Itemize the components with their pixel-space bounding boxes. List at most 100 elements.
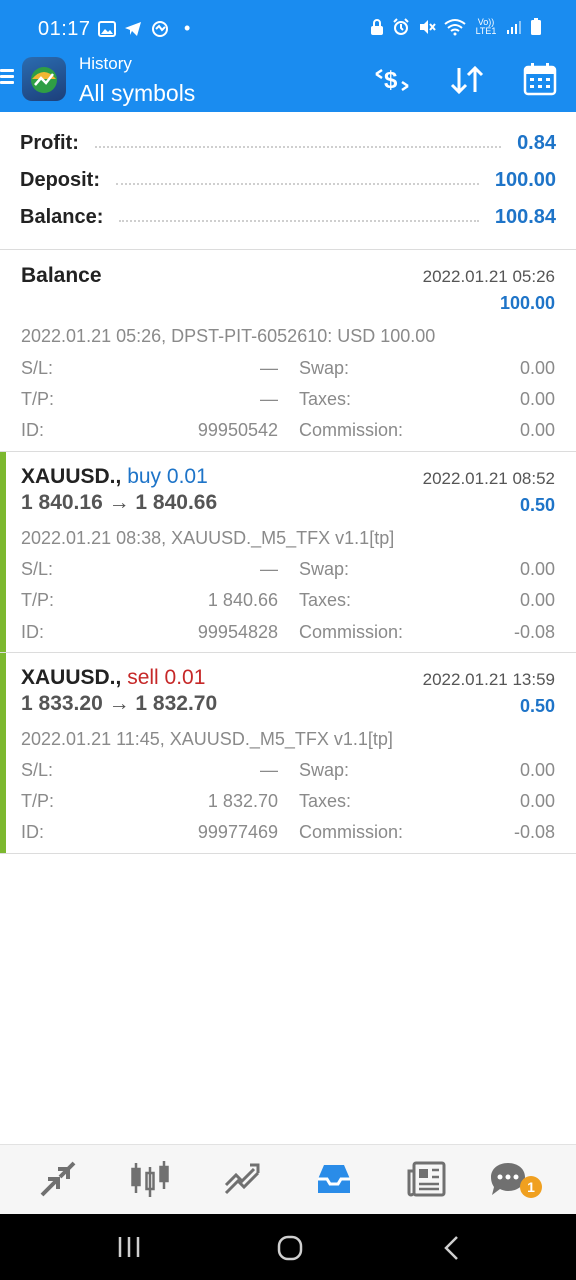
deal-value: 0.50 xyxy=(519,495,555,515)
id-label: ID: xyxy=(21,622,45,642)
swap-value: 0.00 xyxy=(519,358,555,378)
deal-time: 2022.01.21 05:26 xyxy=(422,267,555,286)
calendar-icon[interactable] xyxy=(521,62,561,98)
menu-icon[interactable] xyxy=(0,66,14,90)
sl-label: S/L: xyxy=(21,559,54,579)
svg-text:$: $ xyxy=(384,67,398,94)
recent-apps-icon[interactable] xyxy=(116,1234,142,1260)
taxes-value: 0.00 xyxy=(519,590,555,610)
history-icon[interactable] xyxy=(314,1159,354,1199)
deal-title: Balance xyxy=(21,264,102,287)
news-icon[interactable] xyxy=(406,1159,446,1199)
id-value: 99950542 xyxy=(197,420,278,440)
sl-value: — xyxy=(260,559,278,579)
page-subtitle: History xyxy=(79,54,132,73)
status-dot: • xyxy=(184,18,191,38)
trade-marker xyxy=(0,653,6,853)
volte-icon: Vo)) LTE1 xyxy=(475,17,497,36)
top-bar: 01:17 • Vo)) LTE1 History All symbols $ xyxy=(0,0,576,112)
tp-value: 1 832.70 xyxy=(207,791,278,811)
chart-icon[interactable] xyxy=(130,1159,170,1199)
dotted-leader xyxy=(116,183,479,185)
taxes-value: 0.00 xyxy=(519,389,555,409)
tp-value: — xyxy=(260,389,278,409)
commission-label: Commission: xyxy=(299,622,404,642)
quotes-icon[interactable] xyxy=(38,1159,78,1199)
metatrader-icon xyxy=(152,20,168,37)
mute-icon xyxy=(420,20,436,34)
signal-icon xyxy=(507,21,521,34)
taxes-label: Taxes: xyxy=(299,590,352,610)
deal-prices: 1 840.16 → 1 840.66 xyxy=(21,491,218,514)
deal-balance[interactable]: Balance 2022.01.21 05:26 100.00 2022.01.… xyxy=(0,250,576,452)
summary-value: 100.00 xyxy=(494,168,556,191)
back-icon[interactable] xyxy=(440,1234,464,1262)
swap-value: 0.00 xyxy=(519,559,555,579)
dotted-leader xyxy=(94,146,502,148)
deal-buy[interactable]: XAUUSD., buy 0.01 1 840.16 → 1 840.66 20… xyxy=(0,452,576,653)
sl-value: — xyxy=(260,358,278,378)
tp-label: T/P: xyxy=(21,791,55,811)
tp-value: 1 840.66 xyxy=(207,590,278,610)
bottom-nav xyxy=(0,1144,576,1214)
commission-value: -0.08 xyxy=(513,822,555,842)
dotted-leader xyxy=(119,220,479,222)
deal-side: buy 0.01 xyxy=(127,465,208,488)
taxes-label: Taxes: xyxy=(299,791,352,811)
commission-value: -0.08 xyxy=(513,622,555,642)
taxes-label: Taxes: xyxy=(299,389,352,409)
commission-value: 0.00 xyxy=(519,420,555,440)
taxes-value: 0.00 xyxy=(519,791,555,811)
system-nav-bar xyxy=(0,1214,576,1280)
deal-sell[interactable]: XAUUSD., sell 0.01 1 833.20 → 1 832.70 2… xyxy=(0,653,576,854)
commission-label: Commission: xyxy=(299,822,404,842)
id-value: 99954828 xyxy=(197,622,278,642)
messages-badge: 1 xyxy=(520,1176,542,1198)
trade-icon[interactable] xyxy=(222,1159,262,1199)
metatrader-logo[interactable] xyxy=(22,57,66,101)
summary-panel: Profit: 0.84 Deposit: 100.00 Balance: 10… xyxy=(0,112,576,250)
commission-label: Commission: xyxy=(299,420,404,440)
status-bar: 01:17 • Vo)) LTE1 xyxy=(0,0,576,56)
deal-symbol: XAUUSD., xyxy=(21,465,122,488)
deal-comment: 2022.01.21 08:38, XAUUSD._M5_TFX v1.1[tp… xyxy=(21,528,395,548)
id-label: ID: xyxy=(21,822,45,842)
lock-icon xyxy=(371,19,383,35)
tp-label: T/P: xyxy=(21,389,55,409)
swap-label: Swap: xyxy=(299,760,350,780)
battery-icon xyxy=(531,18,541,35)
swap-value: 0.00 xyxy=(519,760,555,780)
home-icon[interactable] xyxy=(276,1234,304,1262)
deal-comment: 2022.01.21 05:26, DPST-PIT-6052610: USD … xyxy=(21,326,436,346)
alarm-icon xyxy=(393,18,409,35)
swap-label: Swap: xyxy=(299,358,350,378)
currency-swap-icon[interactable]: $ xyxy=(372,62,412,98)
sl-label: S/L: xyxy=(21,760,54,780)
swap-label: Swap: xyxy=(299,559,350,579)
status-time: 01:17 xyxy=(38,18,91,40)
summary-value: 0.84 xyxy=(517,131,556,154)
summary-label: Profit: xyxy=(20,131,79,154)
deal-value: 100.00 xyxy=(499,293,555,313)
trade-marker xyxy=(0,452,6,652)
deal-time: 2022.01.21 08:52 xyxy=(422,469,555,488)
summary-label: Balance: xyxy=(20,205,104,228)
tp-label: T/P: xyxy=(21,590,55,610)
app-bar: History All symbols $ xyxy=(0,52,576,112)
deal-time: 2022.01.21 13:59 xyxy=(422,670,555,689)
deal-value: 0.50 xyxy=(519,696,555,716)
summary-value: 100.84 xyxy=(494,205,556,228)
deal-side: sell 0.01 xyxy=(127,666,206,689)
gallery-icon xyxy=(98,20,116,37)
wifi-icon xyxy=(444,19,466,36)
deal-comment: 2022.01.21 11:45, XAUUSD._M5_TFX v1.1[tp… xyxy=(21,729,393,749)
sl-value: — xyxy=(260,760,278,780)
sort-icon[interactable] xyxy=(447,62,487,98)
summary-balance: Balance: 100.84 xyxy=(20,202,556,232)
page-title[interactable]: All symbols xyxy=(79,80,195,107)
sl-label: S/L: xyxy=(21,358,54,378)
summary-label: Deposit: xyxy=(20,168,100,191)
deal-symbol: XAUUSD., xyxy=(21,666,122,689)
summary-profit: Profit: 0.84 xyxy=(20,128,556,158)
summary-deposit: Deposit: 100.00 xyxy=(20,165,556,195)
